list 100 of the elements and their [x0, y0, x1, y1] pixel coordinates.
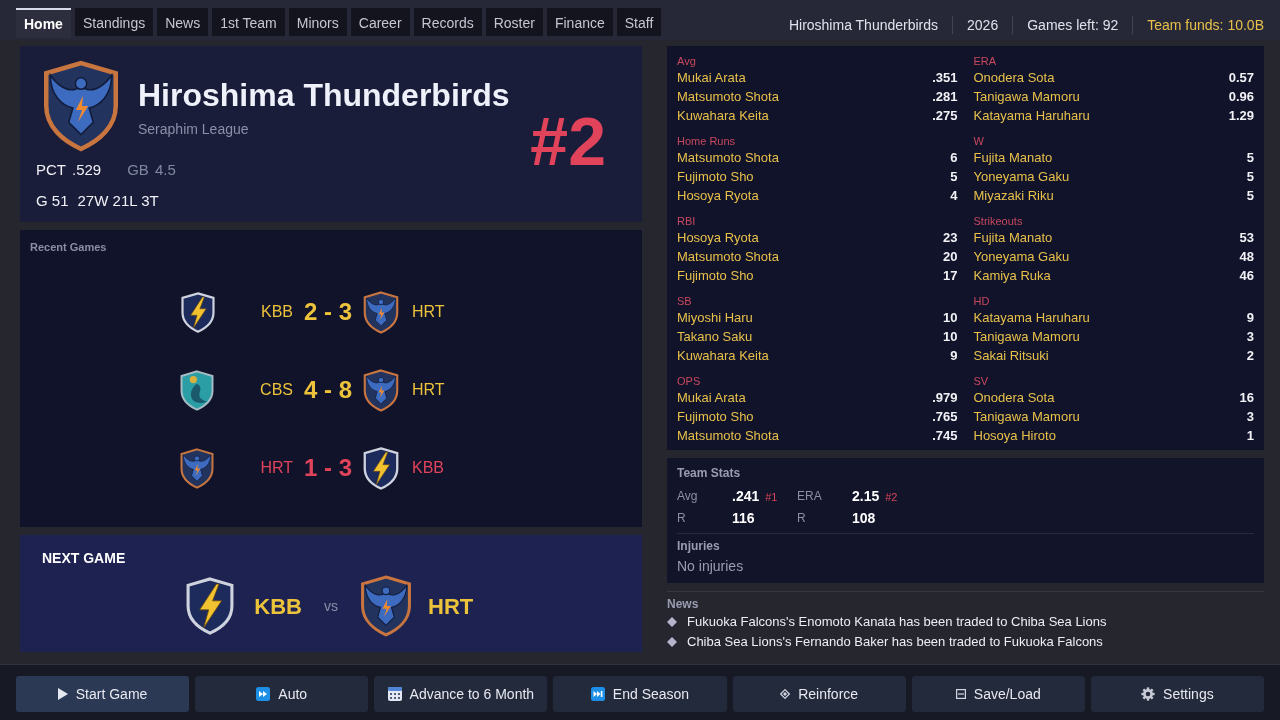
- player-name: Katayama Haruharu: [973, 107, 1090, 125]
- stat-value: 53: [1239, 229, 1254, 247]
- games-played: G 51: [36, 191, 69, 211]
- player-name: Matsumoto Shota: [677, 149, 779, 167]
- stat-value: 2.15: [852, 486, 880, 506]
- league-rank: #2: [530, 107, 606, 175]
- stat-value: .765: [932, 408, 958, 426]
- player-name: Kuwahara Keita: [677, 347, 769, 365]
- lightning-crest-icon: [186, 577, 235, 635]
- stat-value: 10: [943, 328, 958, 346]
- category-title: ERA: [973, 54, 998, 68]
- player-name: Onodera Sota: [973, 69, 1055, 87]
- stat-rank: #1: [765, 489, 778, 505]
- team-funds: Team funds: 10.0B: [1147, 15, 1264, 35]
- stat-label: Avg: [677, 488, 699, 505]
- stat-value: 17: [943, 267, 958, 285]
- player-name: Tanigawa Mamoru: [973, 408, 1080, 426]
- category-title: Strikeouts: [973, 214, 1024, 228]
- section-title: Injuries: [677, 539, 721, 553]
- diamond-bullet-icon: [667, 617, 677, 627]
- section-title: News: [667, 597, 700, 611]
- action-button[interactable]: Reinforce: [732, 676, 906, 712]
- stat-value: .241: [732, 486, 760, 506]
- team-abbreviation: HRT: [412, 302, 445, 322]
- stat-value: 108: [852, 508, 876, 528]
- stat-value: .745: [932, 427, 958, 445]
- season-year: 2026: [967, 15, 999, 35]
- category-title: RBI: [677, 214, 697, 228]
- injuries-text: No injuries: [677, 557, 745, 575]
- calendar-icon: [387, 687, 402, 701]
- team-title: Hiroshima Thunderbirds: [138, 76, 510, 115]
- action-button[interactable]: Save/Load: [911, 676, 1085, 712]
- nav-tab[interactable]: Staff: [616, 8, 662, 36]
- category-title: W: [973, 134, 985, 148]
- bird-crest-icon: [363, 368, 399, 412]
- action-button[interactable]: Auto: [195, 676, 369, 712]
- nav-tab[interactable]: Minors: [288, 8, 347, 36]
- player-name: Tanigawa Mamoru: [973, 88, 1080, 106]
- player-name: Onodera Sota: [973, 389, 1055, 407]
- stat-value: .275: [932, 107, 958, 125]
- stat-value: .529: [72, 160, 102, 180]
- nav-tab[interactable]: Finance: [546, 8, 613, 36]
- category-title: SB: [677, 294, 693, 308]
- nav-tab[interactable]: 1st Team: [212, 8, 285, 36]
- category-title: Home Runs: [677, 134, 737, 148]
- player-name: Mukai Arata: [677, 69, 746, 87]
- fast-forward-icon: [256, 687, 271, 701]
- action-button[interactable]: End Season: [553, 676, 727, 712]
- player-name: Fujita Manato: [973, 229, 1053, 247]
- player-name: Fujimoto Sho: [677, 168, 754, 186]
- minus-square-icon: [955, 689, 966, 699]
- nav-tab[interactable]: Home: [16, 8, 71, 38]
- nav-tab[interactable]: Roster: [485, 8, 543, 36]
- stat-value: 10: [943, 309, 958, 327]
- stat-value: 9: [950, 347, 958, 365]
- player-name: Miyazaki Riku: [973, 187, 1054, 205]
- stat-label: PCT: [36, 160, 66, 180]
- nav-tab[interactable]: Career: [350, 8, 410, 36]
- stat-value: 4: [950, 187, 958, 205]
- player-name: Hosoya Ryota: [677, 229, 759, 247]
- nav-tab[interactable]: News: [157, 8, 209, 36]
- versus-label: vs: [324, 596, 338, 616]
- news-item: Chiba Sea Lions's Fernando Baker has been traded to Fukuoka Falcons: [687, 633, 1103, 651]
- action-button[interactable]: Start Game: [16, 676, 190, 712]
- stat-value: 0.57: [1228, 69, 1254, 87]
- category-title: OPS: [677, 374, 702, 388]
- section-title: Team Stats: [677, 466, 742, 480]
- section-title: Recent Games: [30, 241, 108, 253]
- stat-value: 5: [950, 168, 958, 186]
- stat-value: 2: [1246, 347, 1254, 365]
- lightning-crest-icon: [181, 291, 215, 333]
- nav-tab[interactable]: Records: [413, 8, 482, 36]
- action-button[interactable]: Advance to 6 Month: [374, 676, 548, 712]
- stat-value: 5: [1246, 187, 1254, 205]
- player-name: Takano Saku: [677, 328, 753, 346]
- stat-label: R: [677, 510, 687, 527]
- team-abbreviation: KBB: [412, 458, 444, 478]
- player-name: Yoneyama Gaku: [973, 248, 1070, 266]
- player-name: Kuwahara Keita: [677, 107, 769, 125]
- player-name: Fujimoto Sho: [677, 267, 754, 285]
- game-score: 4 - 8: [303, 375, 353, 405]
- stat-value: 46: [1239, 267, 1254, 285]
- news-item: Fukuoka Falcons's Enomoto Kanata has been traded to Chiba Sea Lions: [687, 613, 1107, 631]
- action-button[interactable]: Settings: [1090, 676, 1264, 712]
- team-abbreviation: KBB: [261, 302, 293, 322]
- team-abbreviation: KBB: [254, 592, 302, 621]
- win-loss-record: 27W 21L 3T: [77, 191, 159, 211]
- section-title: NEXT GAME: [42, 549, 127, 567]
- team-abbreviation: HRT: [412, 380, 445, 400]
- diamond-bullet-icon: [667, 637, 677, 647]
- league-name: Seraphim League: [138, 120, 250, 139]
- player-name: Matsumoto Shota: [677, 88, 779, 106]
- stat-value: 16: [1239, 389, 1254, 407]
- nav-tab[interactable]: Standings: [74, 8, 154, 36]
- player-name: Kamiya Ruka: [973, 267, 1051, 285]
- stat-value: 5: [1246, 168, 1254, 186]
- player-name: Katayama Haruharu: [973, 309, 1090, 327]
- player-name: Sakai Ritsuki: [973, 347, 1049, 365]
- games-left: Games left: 92: [1027, 15, 1119, 35]
- game-score: 1 - 3: [303, 453, 353, 483]
